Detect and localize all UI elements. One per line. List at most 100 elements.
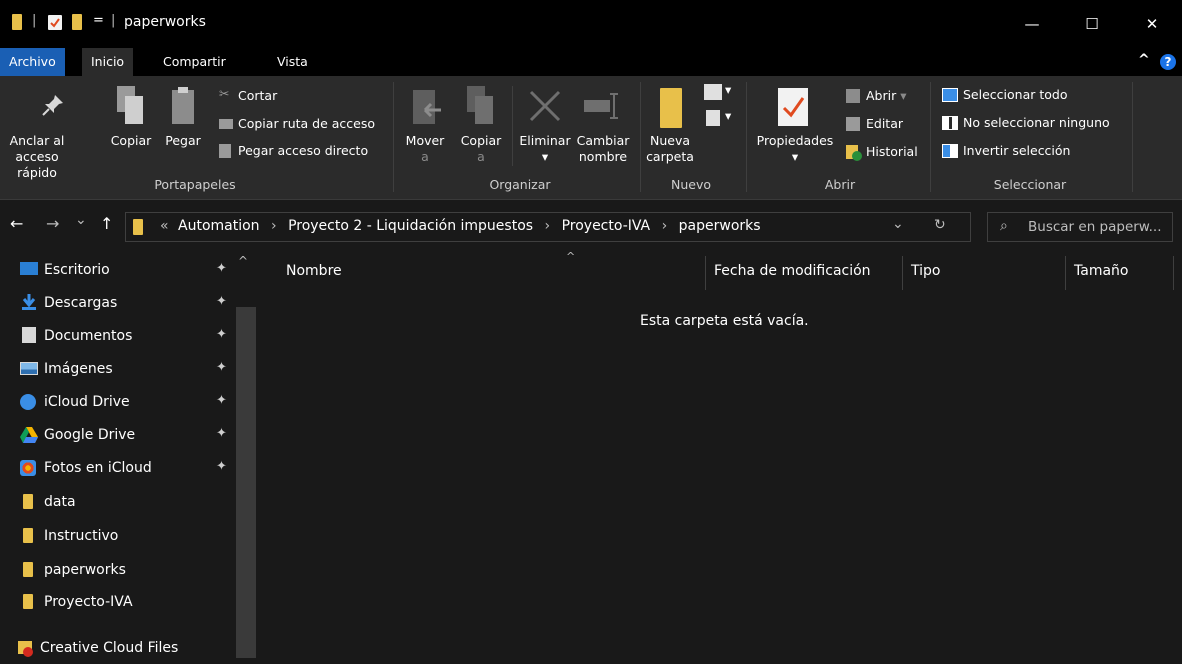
editar-button[interactable]: Editar: [866, 116, 903, 131]
new-item-icon[interactable]: [704, 84, 722, 100]
breadcrumb-separator[interactable]: ›: [271, 218, 277, 234]
no-seleccionar-button[interactable]: No seleccionar ninguno: [963, 115, 1110, 130]
breadcrumb-proyecto-2[interactable]: Proyecto 2 - Liquidación impuestos: [288, 218, 533, 234]
tab-compartir[interactable]: Compartir: [154, 48, 235, 76]
group-separator: [393, 82, 394, 192]
qat-dropdown[interactable]: =: [93, 13, 104, 28]
breadcrumb-overflow[interactable]: «: [160, 218, 169, 234]
sidebar-item-fotos-icloud[interactable]: Fotos en iCloud: [44, 452, 152, 484]
empty-folder-message: Esta carpeta está vacía.: [640, 313, 809, 329]
sidebar-scrollbar[interactable]: [236, 307, 256, 658]
pin-icon[interactable]: ✦: [216, 327, 227, 342]
pin-icon[interactable]: ✦: [216, 393, 227, 408]
title-bar: | = | paperworks — ☐ ✕: [0, 0, 1182, 48]
sidebar-item-documentos[interactable]: Documentos: [44, 320, 132, 352]
folder-icon: [133, 219, 143, 235]
address-bar[interactable]: « Automation › Proyecto 2 - Liquidación …: [125, 212, 971, 242]
abrir-label: Abrir: [866, 88, 897, 103]
creative-cloud-icon: [18, 641, 36, 657]
window-title: paperworks: [124, 14, 206, 30]
pin-icon[interactable]: ✦: [216, 294, 227, 309]
folder-icon: [23, 494, 33, 509]
sidebar-item-descargas[interactable]: Descargas: [44, 287, 117, 319]
pegar-button[interactable]: Pegar: [160, 133, 206, 149]
rename-icon: [582, 92, 622, 120]
search-input[interactable]: Buscar en paperw...: [1028, 219, 1161, 235]
forward-button[interactable]: →: [46, 214, 59, 233]
breadcrumb-proyecto-iva[interactable]: Proyecto-IVA: [562, 218, 651, 234]
group-separator: [640, 82, 641, 192]
copiar-button[interactable]: Copiar: [106, 133, 156, 149]
new-folder-qat-icon[interactable]: [72, 14, 82, 30]
tab-vista[interactable]: Vista: [268, 48, 317, 76]
sidebar-item-icloud-drive[interactable]: iCloud Drive: [44, 386, 130, 418]
sidebar-scroll-up[interactable]: ^: [238, 254, 248, 268]
sidebar-item-paperworks[interactable]: paperworks: [44, 554, 126, 586]
sidebar-item-proyecto-iva[interactable]: Proyecto-IVA: [44, 586, 133, 618]
tab-archivo[interactable]: Archivo: [0, 48, 65, 76]
sidebar-item-creative-cloud[interactable]: Creative Cloud Files: [40, 632, 178, 664]
breadcrumb: Automation › Proyecto 2 - Liquidación im…: [178, 218, 761, 234]
pin-icon[interactable]: ✦: [216, 261, 227, 276]
breadcrumb-separator[interactable]: ›: [545, 218, 551, 234]
abrir-button[interactable]: Abrir ▾: [866, 88, 907, 103]
historial-button[interactable]: Historial: [866, 144, 918, 159]
easy-access-icon[interactable]: [706, 110, 720, 126]
recent-locations-button[interactable]: ⌄: [75, 212, 87, 228]
properties-qat-icon[interactable]: [48, 15, 62, 30]
sidebar-item-google-drive[interactable]: Google Drive: [44, 419, 135, 451]
column-separator[interactable]: [705, 256, 706, 290]
close-button[interactable]: ✕: [1122, 0, 1182, 48]
help-icon[interactable]: ?: [1160, 54, 1176, 70]
cambiar-nombre-button[interactable]: Cambiar nombre: [572, 133, 634, 165]
column-separator[interactable]: [1065, 256, 1066, 290]
pin-icon[interactable]: ✦: [216, 426, 227, 441]
sidebar-item-imagenes[interactable]: Imágenes: [44, 353, 113, 385]
sidebar-item-escritorio[interactable]: Escritorio: [44, 254, 110, 286]
history-icon: [846, 145, 862, 161]
copiar-ruta-button[interactable]: Copiar ruta de acceso: [238, 116, 375, 131]
anclar-button[interactable]: Anclar al acceso rápido: [0, 133, 74, 181]
breadcrumb-separator[interactable]: ›: [662, 218, 668, 234]
column-header-fecha[interactable]: Fecha de modificación: [714, 252, 871, 290]
address-dropdown-button[interactable]: ⌄: [892, 216, 904, 232]
ribbon-tab-bar: Archivo Inicio Compartir Vista ^ ?: [0, 48, 1182, 76]
maximize-button[interactable]: ☐: [1062, 0, 1122, 48]
mover-label: Mover: [405, 133, 445, 148]
search-box[interactable]: ⌕ Buscar en paperw...: [987, 212, 1173, 242]
column-header-nombre[interactable]: Nombre: [286, 252, 342, 290]
seleccionar-todo-button[interactable]: Seleccionar todo: [963, 87, 1067, 102]
tab-inicio[interactable]: Inicio: [82, 48, 134, 76]
column-header-tipo[interactable]: Tipo: [911, 252, 940, 290]
folder-icon: [12, 14, 22, 30]
copiar-a-button[interactable]: Copiar a: [456, 133, 506, 165]
up-button[interactable]: ↑: [100, 214, 113, 233]
copy-path-icon: [219, 119, 233, 129]
column-separator[interactable]: [902, 256, 903, 290]
column-separator[interactable]: [1173, 256, 1174, 290]
refresh-button[interactable]: ↻: [934, 217, 946, 233]
pegar-acceso-button[interactable]: Pegar acceso directo: [238, 143, 368, 158]
eliminar-button[interactable]: Eliminar ▾: [514, 133, 576, 165]
pin-icon: [40, 92, 66, 118]
column-header-tamano[interactable]: Tamaño: [1074, 252, 1128, 290]
propiedades-button[interactable]: Propiedades ▾: [752, 133, 838, 165]
back-button[interactable]: ←: [10, 214, 23, 233]
minimize-button[interactable]: —: [1002, 0, 1062, 48]
easy-access-dropdown-icon: ▾: [725, 108, 732, 123]
sidebar-item-data[interactable]: data: [44, 486, 76, 518]
cortar-button[interactable]: Cortar: [238, 88, 277, 103]
breadcrumb-automation[interactable]: Automation: [178, 218, 260, 234]
mover-button[interactable]: Mover a: [400, 133, 450, 165]
nueva-carpeta-button[interactable]: Nueva carpeta: [645, 133, 695, 165]
breadcrumb-paperworks[interactable]: paperworks: [679, 218, 761, 234]
sidebar-item-instructivo[interactable]: Instructivo: [44, 520, 118, 552]
copy-to-icon: [465, 84, 499, 128]
icloud-photos-icon: [20, 460, 36, 476]
pin-icon[interactable]: ✦: [216, 360, 227, 375]
invertir-seleccion-button[interactable]: Invertir selección: [963, 143, 1070, 158]
ribbon-collapse-button[interactable]: ^: [1138, 52, 1150, 68]
pin-icon[interactable]: ✦: [216, 459, 227, 474]
cambiar-label-2: nombre: [578, 149, 628, 164]
copiar-a-label-2: a: [477, 149, 485, 164]
